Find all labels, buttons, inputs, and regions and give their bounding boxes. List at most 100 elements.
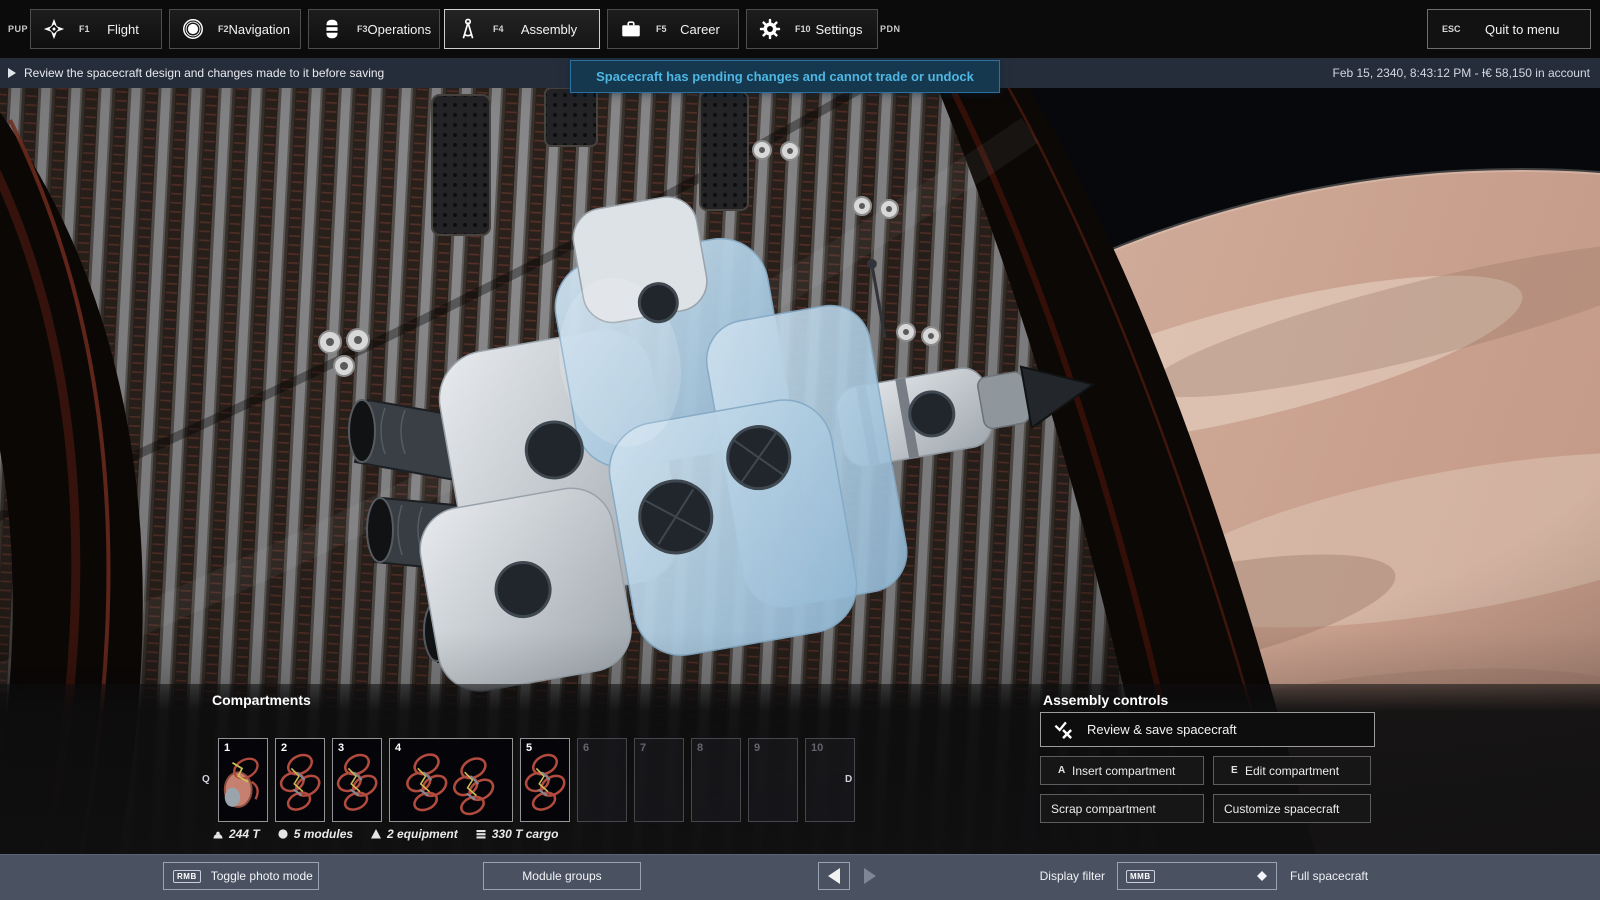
compartment-slot-1[interactable]: 1: [218, 738, 268, 822]
next-arrow-button[interactable]: [854, 862, 886, 890]
arrow-left-icon: [828, 868, 840, 884]
tab-label: Settings: [815, 22, 877, 37]
status-hint-text: Review the spacecraft design and changes…: [24, 66, 384, 80]
compartment-slot-8[interactable]: 8: [691, 738, 741, 822]
slot-number: 10: [811, 742, 823, 754]
slot-number: 5: [526, 742, 532, 754]
module-groups-label: Module groups: [522, 869, 601, 883]
compartment-slot-2[interactable]: 2: [275, 738, 325, 822]
mmb-key-hint: MMB: [1126, 870, 1155, 883]
stat-equipment-text: 2 equipment: [387, 827, 458, 841]
tab-label: Assembly: [513, 22, 599, 37]
compartment-slot-9[interactable]: 9: [748, 738, 798, 822]
stat-mass: 244 T: [212, 827, 260, 841]
slots-next-key-hint: D: [845, 774, 852, 785]
scrap-compartment-label: Scrap compartment: [1051, 802, 1156, 816]
page-down-key-hint: PDN: [880, 24, 901, 34]
scrap-compartment-button[interactable]: Scrap compartment: [1040, 794, 1204, 823]
assembly-controls-title: Assembly controls: [1043, 692, 1168, 708]
stat-equipment: 2 equipment: [370, 827, 458, 841]
compartment-slot-6[interactable]: 6: [577, 738, 627, 822]
tab-key-hint: F4: [493, 24, 513, 34]
edit-compartment-button[interactable]: E Edit compartment: [1213, 756, 1371, 785]
slot-number: 6: [583, 742, 589, 754]
display-filter-dropdown[interactable]: MMB: [1117, 862, 1277, 890]
mass-icon: [212, 828, 224, 840]
insert-key-hint: A: [1058, 765, 1072, 776]
arrow-right-icon: [864, 868, 876, 884]
slot-number: 3: [338, 742, 344, 754]
stat-cargo: 330 T cargo: [475, 827, 559, 841]
game-window: PUP F1 Flight F2 Navigation: [0, 0, 1600, 900]
compartment-thumbnail: [390, 739, 512, 821]
esc-key-hint: ESC: [1442, 24, 1461, 34]
customize-spacecraft-button[interactable]: Customize spacecraft: [1213, 794, 1371, 823]
rmb-key-hint: RMB: [173, 870, 201, 883]
review-save-icon: [1053, 719, 1074, 740]
quit-label: Quit to menu: [1461, 22, 1590, 37]
flight-diamond-icon: [42, 17, 66, 41]
spacecraft-stats: 244 T 5 modules 2 equipment: [212, 827, 558, 841]
navigation-orb-icon: [181, 17, 205, 41]
slot-number: 8: [697, 742, 703, 754]
slot-number: 1: [224, 742, 230, 754]
tab-settings[interactable]: F10 Settings: [746, 9, 878, 49]
diamond-icon: [1257, 871, 1267, 881]
display-filter-value: Full spacecraft: [1290, 869, 1368, 883]
previous-arrow-button[interactable]: [818, 862, 850, 890]
hint-arrow-icon: [8, 68, 16, 78]
tab-assembly[interactable]: F4 Assembly: [444, 9, 600, 49]
tab-career[interactable]: F5 Career: [607, 9, 739, 49]
insert-compartment-button[interactable]: A Insert compartment: [1040, 756, 1204, 785]
compartment-slot-3[interactable]: 3: [332, 738, 382, 822]
stat-modules-text: 5 modules: [294, 827, 353, 841]
cargo-icon: [475, 828, 487, 840]
slots-prev-key-hint: Q: [202, 774, 210, 785]
assembly-bottom-panel: Compartments Q 1 2 3 4 5 6 7 8 9 10 D 244 T 5 mod…: [0, 684, 1600, 854]
tab-navigation[interactable]: F2 Navigation: [169, 9, 301, 49]
slot-number: 7: [640, 742, 646, 754]
career-briefcase-icon: [619, 17, 643, 41]
datetime-account-text: Feb 15, 2340, 8:43:12 PM - Ɨ€ 58,150 in …: [1332, 66, 1590, 80]
tab-key-hint: F2: [218, 24, 229, 34]
slot-number: 4: [395, 742, 401, 754]
compartments-title: Compartments: [212, 692, 311, 708]
slot-number: 2: [281, 742, 287, 754]
review-save-spacecraft-button[interactable]: Review & save spacecraft: [1040, 712, 1375, 747]
status-hint: Review the spacecraft design and changes…: [8, 66, 384, 80]
modules-icon: [277, 828, 289, 840]
edit-compartment-label: Edit compartment: [1245, 764, 1339, 778]
tab-operations[interactable]: F3 Operations: [308, 9, 440, 49]
stat-mass-text: 244 T: [229, 827, 260, 841]
compartment-slot-7[interactable]: 7: [634, 738, 684, 822]
operations-barrel-icon: [320, 17, 344, 41]
edit-key-hint: E: [1231, 765, 1245, 776]
tab-key-hint: F10: [795, 24, 815, 34]
display-filter-label: Display filter: [1020, 869, 1105, 883]
pending-changes-notification: Spacecraft has pending changes and canno…: [570, 60, 1000, 93]
customize-spacecraft-label: Customize spacecraft: [1224, 802, 1339, 816]
module-groups-button[interactable]: Module groups: [483, 862, 641, 890]
toggle-photo-mode-button[interactable]: RMB Toggle photo mode: [163, 862, 319, 890]
tab-label: Navigation: [229, 22, 304, 37]
top-tab-bar: PUP F1 Flight F2 Navigation: [0, 0, 1600, 58]
page-up-key-hint: PUP: [8, 24, 28, 34]
toggle-photo-mode-label: Toggle photo mode: [211, 869, 313, 883]
compartment-slots: 1 2 3 4 5 6 7 8 9 10: [218, 738, 855, 822]
equipment-icon: [370, 828, 382, 840]
stat-modules: 5 modules: [277, 827, 353, 841]
compartment-slot-5[interactable]: 5: [520, 738, 570, 822]
assembly-caliper-icon: [456, 17, 480, 41]
tab-label: Operations: [368, 22, 446, 37]
stat-cargo-text: 330 T cargo: [492, 827, 559, 841]
bottom-control-bar: RMB Toggle photo mode Module groups Disp…: [0, 854, 1600, 900]
assembly-controls: Review & save spacecraft A Insert compar…: [1040, 712, 1375, 823]
slot-number: 9: [754, 742, 760, 754]
insert-compartment-label: Insert compartment: [1072, 764, 1175, 778]
quit-to-menu-button[interactable]: ESC Quit to menu: [1427, 9, 1591, 49]
compartment-slot-4[interactable]: 4: [389, 738, 513, 822]
tab-key-hint: F3: [357, 24, 368, 34]
tab-flight[interactable]: F1 Flight: [30, 9, 162, 49]
tab-label: Flight: [99, 22, 161, 37]
review-save-label: Review & save spacecraft: [1087, 722, 1237, 737]
